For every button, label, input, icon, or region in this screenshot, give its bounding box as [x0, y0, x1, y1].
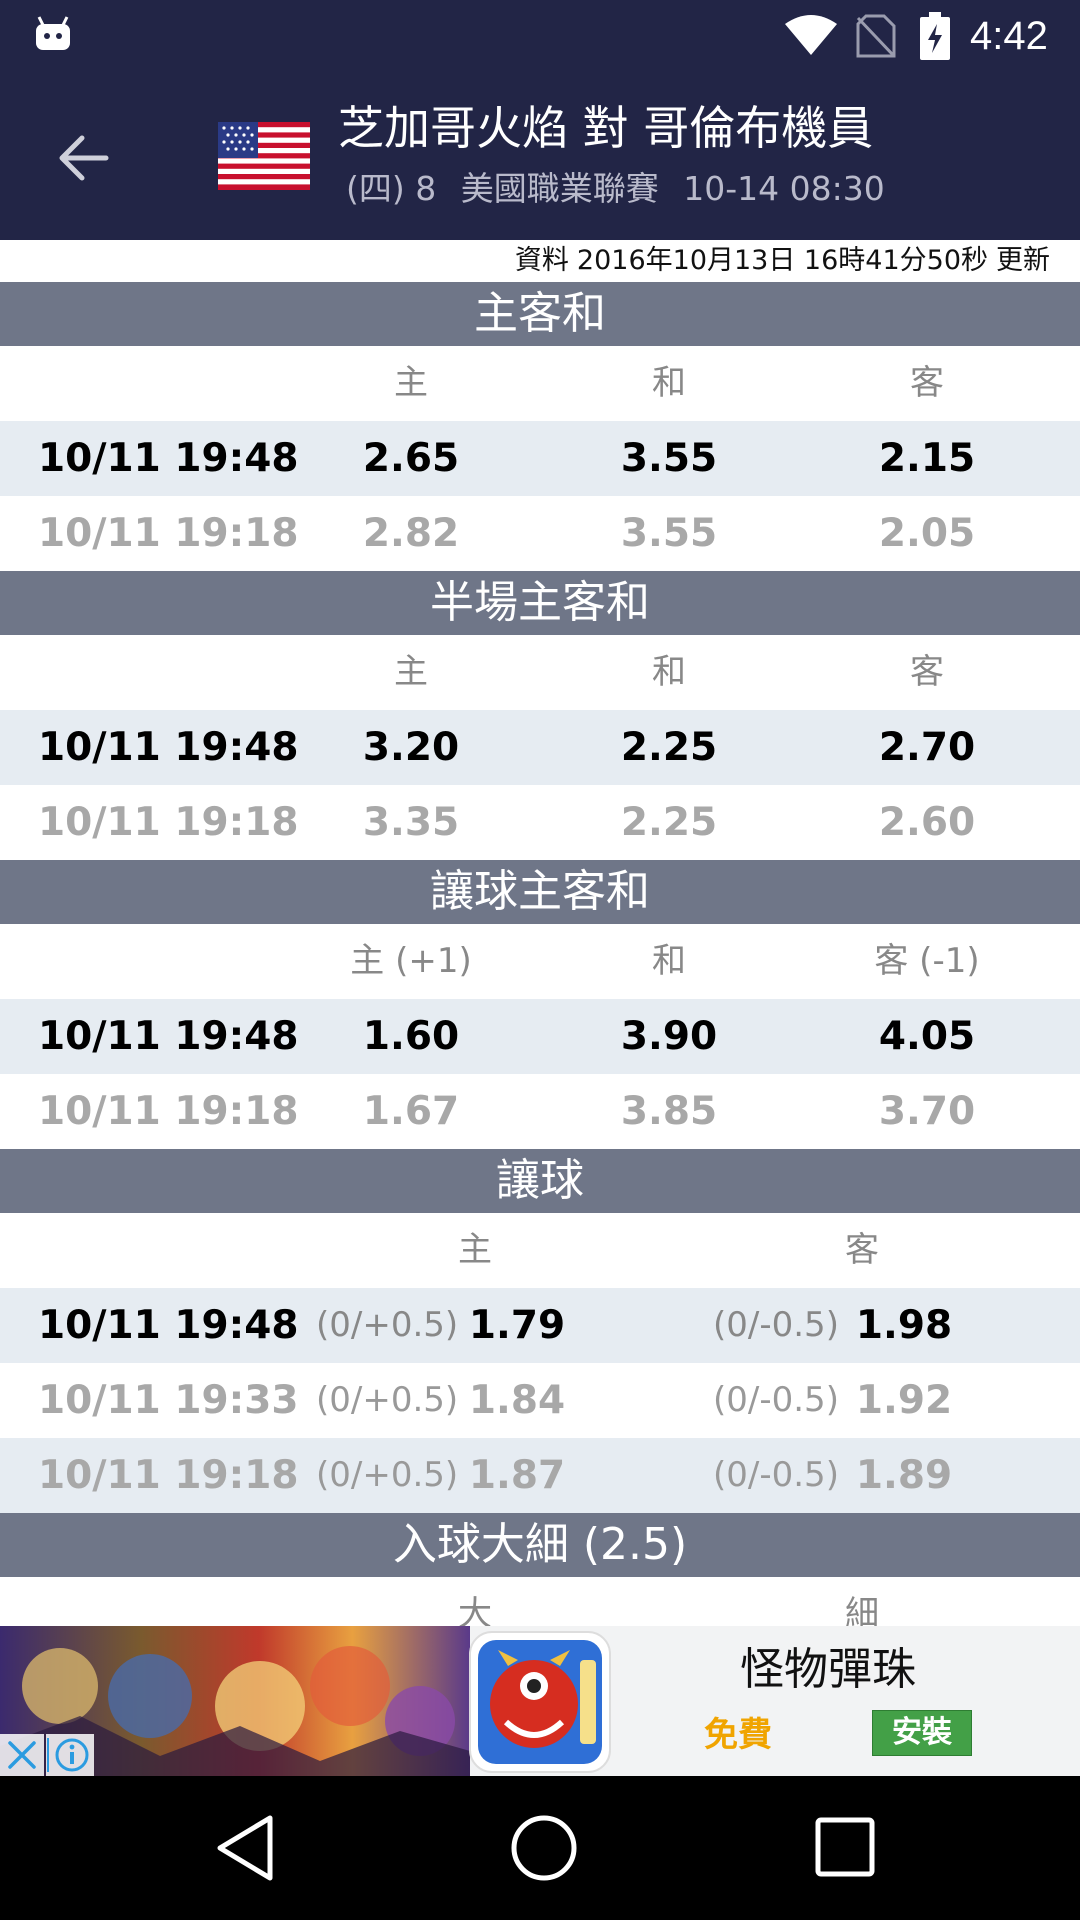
ad-banner[interactable]: 怪物彈珠 免費 安裝: [0, 1626, 1080, 1776]
odds-time: 10/11 19:48: [38, 1014, 299, 1059]
usa-flag-icon: [218, 122, 310, 190]
odds-away: 1.98: [855, 1303, 953, 1348]
odds-row: 10/11 19:18 1.67 3.85 3.70: [0, 1074, 1080, 1149]
odds-draw: 3.55: [620, 511, 718, 556]
section-header-hda: 主客和: [0, 282, 1080, 346]
odds-home: 3.35: [362, 800, 460, 845]
close-icon[interactable]: [0, 1734, 44, 1776]
arrow-left-icon[interactable]: [50, 124, 118, 192]
update-suffix: 更新: [996, 245, 1050, 276]
odds-home: 2.65: [362, 436, 460, 481]
odds-home: 1.84: [468, 1378, 566, 1423]
odds-time: 10/11 19:18: [38, 1089, 299, 1134]
app-toolbar: 芝加哥火焰 對 哥倫布機員 (四) 8 美國職業聯賽 10-14 08:30: [0, 74, 1080, 240]
column-header: 主 和 客: [0, 635, 1080, 710]
col-home: 主: [394, 652, 428, 692]
odds-time: 10/11 19:18: [38, 1453, 299, 1498]
app-icon[interactable]: [468, 1630, 612, 1774]
nav-back-icon[interactable]: [212, 1812, 278, 1884]
info-icon[interactable]: [46, 1734, 94, 1776]
col-draw: 和: [652, 363, 686, 403]
odds-time: 10/11 19:18: [38, 511, 299, 556]
match-title: 芝加哥火焰 對 哥倫布機員: [338, 101, 874, 155]
odds-row: 10/11 19:48 (0/+0.5) 1.79 (0/-0.5) 1.98: [0, 1288, 1080, 1363]
col-away: 客 (-1): [874, 941, 980, 981]
column-header: 主 (+1) 和 客 (-1): [0, 924, 1080, 999]
ad-free-label: 免費: [704, 1715, 772, 1755]
odds-draw: 3.55: [620, 436, 718, 481]
away-handicap-line: (0/-0.5): [713, 1380, 839, 1420]
odds-draw: 2.25: [620, 800, 718, 845]
odds-row: 10/11 19:48 2.65 3.55 2.15: [0, 421, 1080, 496]
col-away: 客: [845, 1230, 879, 1270]
odds-away: 4.05: [878, 1014, 976, 1059]
odds-away: 1.92: [855, 1378, 953, 1423]
battery-charging-icon: [920, 12, 950, 60]
section-header-half: 半場主客和: [0, 571, 1080, 635]
odds-away: 2.15: [878, 436, 976, 481]
clock: 4:42: [970, 14, 1048, 58]
odds-home: 1.60: [362, 1014, 460, 1059]
col-draw: 和: [652, 652, 686, 692]
column-header: 主 客: [0, 1213, 1080, 1288]
odds-home: 1.87: [468, 1453, 566, 1498]
odds-row: 10/11 19:33 (0/+0.5) 1.84 (0/-0.5) 1.92: [0, 1363, 1080, 1438]
odds-home: 3.20: [362, 725, 460, 770]
section-header-hhad: 讓球主客和: [0, 860, 1080, 924]
match-day: (四) 8: [346, 169, 437, 208]
odds-time: 10/11 19:18: [38, 800, 299, 845]
odds-time: 10/11 19:33: [38, 1378, 299, 1423]
odds-away: 3.70: [878, 1089, 976, 1134]
odds-away: 1.89: [855, 1453, 953, 1498]
home-handicap-line: (0/+0.5): [316, 1305, 459, 1345]
odds-draw: 3.85: [620, 1089, 718, 1134]
col-draw: 和: [652, 941, 686, 981]
col-away: 客: [910, 363, 944, 403]
android-notification-icon: [36, 16, 70, 50]
col-home: 主: [458, 1230, 492, 1270]
update-datetime: 2016年10月13日 16時41分50秒: [576, 245, 988, 276]
col-home: 主 (+1): [350, 941, 472, 981]
odds-draw: 2.25: [620, 725, 718, 770]
odds-time: 10/11 19:48: [38, 436, 299, 481]
ad-app-title[interactable]: 怪物彈珠: [740, 1642, 916, 1698]
section-header-handicap: 讓球: [0, 1149, 1080, 1213]
ad-install-button[interactable]: 安裝: [872, 1710, 972, 1756]
no-sim-icon: [856, 14, 896, 58]
wifi-icon: [785, 15, 837, 55]
system-nav-bar: [0, 1776, 1080, 1920]
odds-home: 1.67: [362, 1089, 460, 1134]
away-handicap-line: (0/-0.5): [713, 1455, 839, 1495]
status-bar: 4:42: [0, 0, 1080, 74]
home-handicap-line: (0/+0.5): [316, 1455, 459, 1495]
odds-away: 2.60: [878, 800, 976, 845]
odds-row: 10/11 19:18 (0/+0.5) 1.87 (0/-0.5) 1.89: [0, 1438, 1080, 1513]
nav-recents-icon[interactable]: [812, 1814, 878, 1880]
match-datetime: 10-14 08:30: [683, 169, 885, 208]
nav-home-icon[interactable]: [508, 1812, 580, 1884]
col-home: 主: [394, 363, 428, 403]
update-timestamp: 資料 2016年10月13日 16時41分50秒 更新: [0, 240, 1080, 282]
odds-away: 2.05: [878, 511, 976, 556]
odds-time: 10/11 19:48: [38, 1303, 299, 1348]
col-away: 客: [910, 652, 944, 692]
odds-time: 10/11 19:48: [38, 725, 299, 770]
odds-content: 主客和 主 和 客 10/11 19:48 2.65 3.55 2.15 10/…: [0, 282, 1080, 1652]
odds-row: 10/11 19:18 3.35 2.25 2.60: [0, 785, 1080, 860]
away-handicap-line: (0/-0.5): [713, 1305, 839, 1345]
odds-away: 2.70: [878, 725, 976, 770]
odds-home: 1.79: [468, 1303, 566, 1348]
section-header-goals: 入球大細 (2.5): [0, 1513, 1080, 1577]
odds-row: 10/11 19:18 2.82 3.55 2.05: [0, 496, 1080, 571]
odds-row: 10/11 19:48 1.60 3.90 4.05: [0, 999, 1080, 1074]
odds-home: 2.82: [362, 511, 460, 556]
update-prefix: 資料: [514, 245, 569, 276]
home-handicap-line: (0/+0.5): [316, 1380, 459, 1420]
odds-draw: 3.90: [620, 1014, 718, 1059]
match-subtitle: (四) 8 美國職業聯賽 10-14 08:30: [346, 168, 899, 210]
column-header: 主 和 客: [0, 346, 1080, 421]
odds-row: 10/11 19:48 3.20 2.25 2.70: [0, 710, 1080, 785]
match-league: 美國職業聯賽: [460, 169, 659, 208]
